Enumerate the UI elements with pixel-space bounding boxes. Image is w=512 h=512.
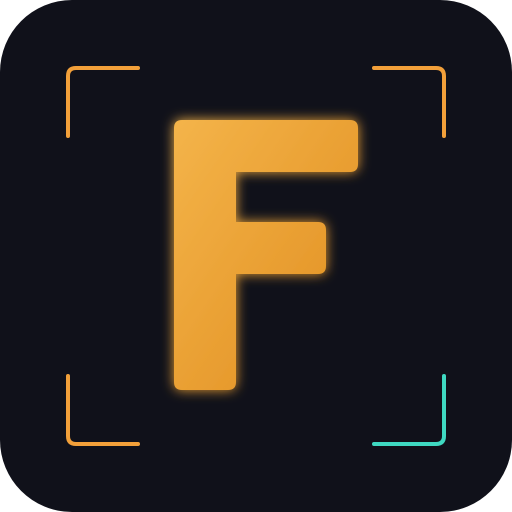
app-icon-canvas [0,0,512,512]
app-icon [0,0,512,512]
